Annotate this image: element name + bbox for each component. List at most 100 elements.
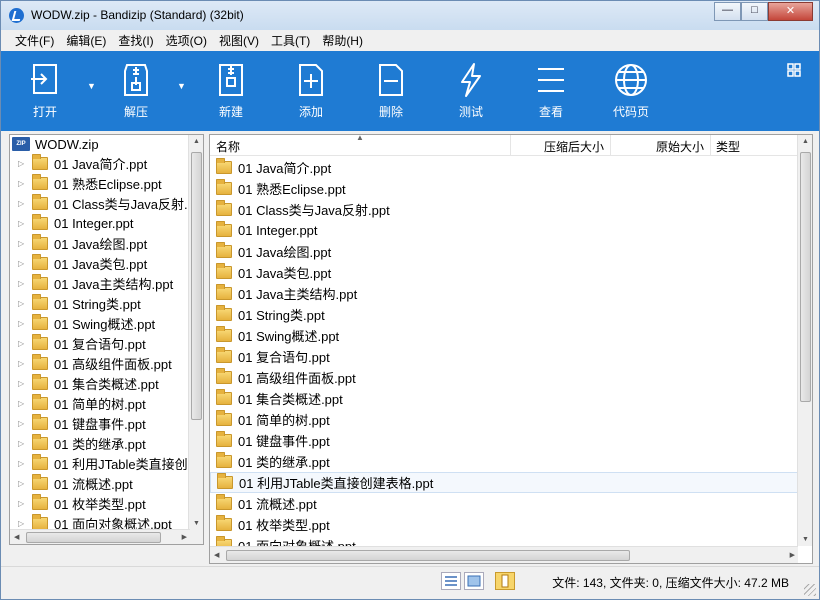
new-button[interactable]: 新建 bbox=[201, 61, 261, 120]
column-compressed-header[interactable]: 压缩后大小 bbox=[544, 138, 604, 155]
file-list[interactable]: ▲ 名称 压缩后大小 原始大小 类型 01 Java简介.ppt 01 熟悉Ecl… bbox=[209, 134, 813, 564]
tree-item[interactable]: ▷ 01 String类.ppt bbox=[10, 293, 203, 313]
scroll-right-icon[interactable]: ▶ bbox=[182, 533, 187, 541]
list-row[interactable]: 01 枚举类型.ppt bbox=[210, 514, 798, 535]
scroll-down-icon[interactable]: ▼ bbox=[193, 520, 200, 527]
maximize-button[interactable]: □ bbox=[741, 2, 768, 21]
list-row[interactable]: 01 高级组件面板.ppt bbox=[210, 367, 798, 388]
tree-item[interactable]: ▷ 01 Java简介.ppt bbox=[10, 153, 203, 173]
column-original-header[interactable]: 原始大小 bbox=[656, 138, 704, 155]
extract-button[interactable]: 解压 bbox=[106, 61, 166, 120]
title-bar[interactable]: WODW.zip - Bandizip (Standard) (32bit) —… bbox=[1, 1, 819, 30]
list-row[interactable]: 01 Java简介.ppt bbox=[210, 157, 798, 178]
tree-item[interactable]: ▷ 01 流概述.ppt bbox=[10, 473, 203, 493]
scroll-up-icon[interactable]: ▲ bbox=[193, 138, 200, 145]
tree-item[interactable]: ▷ 01 复合语句.ppt bbox=[10, 333, 203, 353]
scroll-up-icon[interactable]: ▲ bbox=[802, 138, 809, 145]
list-row[interactable]: 01 利用JTable类直接创建表格.ppt bbox=[210, 472, 798, 493]
tree-vertical-scrollbar[interactable]: ▲ ▼ bbox=[188, 135, 203, 544]
add-button[interactable]: 添加 bbox=[281, 61, 341, 120]
column-type-header[interactable]: 类型 bbox=[716, 138, 740, 155]
column-separator[interactable] bbox=[610, 135, 611, 155]
tree-item[interactable]: ▷ 01 Java类包.ppt bbox=[10, 253, 203, 273]
expand-arrow-icon[interactable]: ▷ bbox=[18, 399, 28, 408]
tree-vertical-thumb[interactable] bbox=[191, 152, 202, 420]
list-row[interactable]: 01 熟悉Eclipse.ppt bbox=[210, 178, 798, 199]
tree-item[interactable]: ▷ 01 集合类概述.ppt bbox=[10, 373, 203, 393]
codepage-button[interactable]: 代码页 bbox=[601, 61, 661, 120]
list-horizontal-scrollbar[interactable]: ◀ ▶ bbox=[210, 546, 798, 563]
menu-find[interactable]: 查找(I) bbox=[112, 32, 159, 49]
list-row[interactable]: 01 类的继承.ppt bbox=[210, 451, 798, 472]
expand-arrow-icon[interactable]: ▷ bbox=[18, 459, 28, 468]
expand-arrow-icon[interactable]: ▷ bbox=[18, 199, 28, 208]
menu-help[interactable]: 帮助(H) bbox=[316, 32, 369, 49]
expand-arrow-icon[interactable]: ▷ bbox=[18, 299, 28, 308]
tree-item[interactable]: ▷ 01 利用JTable类直接创建 bbox=[10, 453, 203, 473]
extract-dropdown-icon[interactable]: ▼ bbox=[177, 81, 186, 91]
expand-arrow-icon[interactable]: ▷ bbox=[18, 499, 28, 508]
expand-arrow-icon[interactable]: ▷ bbox=[18, 279, 28, 288]
list-row[interactable]: 01 String类.ppt bbox=[210, 304, 798, 325]
delete-button[interactable]: 删除 bbox=[361, 61, 421, 120]
list-row[interactable]: 01 键盘事件.ppt bbox=[210, 430, 798, 451]
expand-arrow-icon[interactable]: ▷ bbox=[18, 179, 28, 188]
menu-edit[interactable]: 编辑(E) bbox=[60, 32, 112, 49]
menu-file[interactable]: 文件(F) bbox=[9, 32, 60, 49]
expand-arrow-icon[interactable]: ▷ bbox=[18, 419, 28, 428]
expand-arrow-icon[interactable]: ▷ bbox=[18, 519, 28, 528]
view-button[interactable]: 查看 bbox=[521, 61, 581, 120]
list-row[interactable]: 01 Swing概述.ppt bbox=[210, 325, 798, 346]
list-row[interactable]: 01 集合类概述.ppt bbox=[210, 388, 798, 409]
list-row[interactable]: 01 复合语句.ppt bbox=[210, 346, 798, 367]
expand-arrow-icon[interactable]: ▷ bbox=[18, 159, 28, 168]
expand-arrow-icon[interactable]: ▷ bbox=[18, 239, 28, 248]
list-row[interactable]: 01 简单的树.ppt bbox=[210, 409, 798, 430]
details-view-button[interactable] bbox=[441, 572, 461, 590]
tree-item[interactable]: ▷ 01 Integer.ppt bbox=[10, 213, 203, 233]
expand-arrow-icon[interactable]: ▷ bbox=[18, 219, 28, 228]
tree-item[interactable]: ▷ 01 类的继承.ppt bbox=[10, 433, 203, 453]
tree-item[interactable]: ▷ 01 键盘事件.ppt bbox=[10, 413, 203, 433]
list-row[interactable]: 01 Integer.ppt bbox=[210, 220, 798, 241]
tree-item[interactable]: ▷ 01 Class类与Java反射.p bbox=[10, 193, 203, 213]
list-row[interactable]: 01 Java绘图.ppt bbox=[210, 241, 798, 262]
tree-item[interactable]: ▷ 01 Java主类结构.ppt bbox=[10, 273, 203, 293]
tree-root[interactable]: ZIP WODW.zip bbox=[10, 135, 203, 153]
expand-arrow-icon[interactable]: ▷ bbox=[18, 259, 28, 268]
close-button[interactable]: ✕ bbox=[768, 2, 813, 21]
tree-item[interactable]: ▷ 01 简单的树.ppt bbox=[10, 393, 203, 413]
scroll-right-icon[interactable]: ▶ bbox=[790, 551, 795, 559]
archive-info-button[interactable] bbox=[495, 572, 515, 590]
tree-item[interactable]: ▷ 01 Java绘图.ppt bbox=[10, 233, 203, 253]
list-horizontal-thumb[interactable] bbox=[226, 550, 630, 561]
list-row[interactable]: 01 Java主类结构.ppt bbox=[210, 283, 798, 304]
tree-item[interactable]: ▷ 01 熟悉Eclipse.ppt bbox=[10, 173, 203, 193]
minimize-button[interactable]: — bbox=[714, 2, 741, 21]
expand-arrow-icon[interactable]: ▷ bbox=[18, 359, 28, 368]
tree-item[interactable]: ▷ 01 枚举类型.ppt bbox=[10, 493, 203, 513]
open-button[interactable]: 打开 bbox=[15, 61, 75, 120]
expand-arrow-icon[interactable]: ▷ bbox=[18, 439, 28, 448]
expand-arrow-icon[interactable]: ▷ bbox=[18, 319, 28, 328]
preview-view-button[interactable] bbox=[464, 572, 484, 590]
column-name-header[interactable]: 名称 bbox=[216, 138, 240, 155]
scroll-left-icon[interactable]: ◀ bbox=[14, 533, 19, 541]
menu-options[interactable]: 选项(O) bbox=[160, 32, 213, 49]
expand-arrow-icon[interactable]: ▷ bbox=[18, 379, 28, 388]
expand-arrow-icon[interactable]: ▷ bbox=[18, 339, 28, 348]
menu-view[interactable]: 视图(V) bbox=[213, 32, 265, 49]
tree-horizontal-thumb[interactable] bbox=[26, 532, 161, 543]
open-dropdown-icon[interactable]: ▼ bbox=[87, 81, 96, 91]
resize-grip[interactable] bbox=[804, 584, 816, 596]
menu-tools[interactable]: 工具(T) bbox=[265, 32, 316, 49]
column-separator[interactable] bbox=[510, 135, 511, 155]
tree-item[interactable]: ▷ 01 高级组件面板.ppt bbox=[10, 353, 203, 373]
list-row[interactable]: 01 Class类与Java反射.ppt bbox=[210, 199, 798, 220]
list-vertical-thumb[interactable] bbox=[800, 152, 811, 402]
scroll-down-icon[interactable]: ▼ bbox=[802, 536, 809, 543]
folder-tree[interactable]: ZIP WODW.zip ▷ 01 Java简介.ppt ▷ 01 熟悉Eclipse… bbox=[9, 134, 204, 545]
list-row[interactable]: 01 Java类包.ppt bbox=[210, 262, 798, 283]
test-button[interactable]: 测试 bbox=[441, 61, 501, 120]
layout-icon[interactable] bbox=[787, 63, 801, 77]
